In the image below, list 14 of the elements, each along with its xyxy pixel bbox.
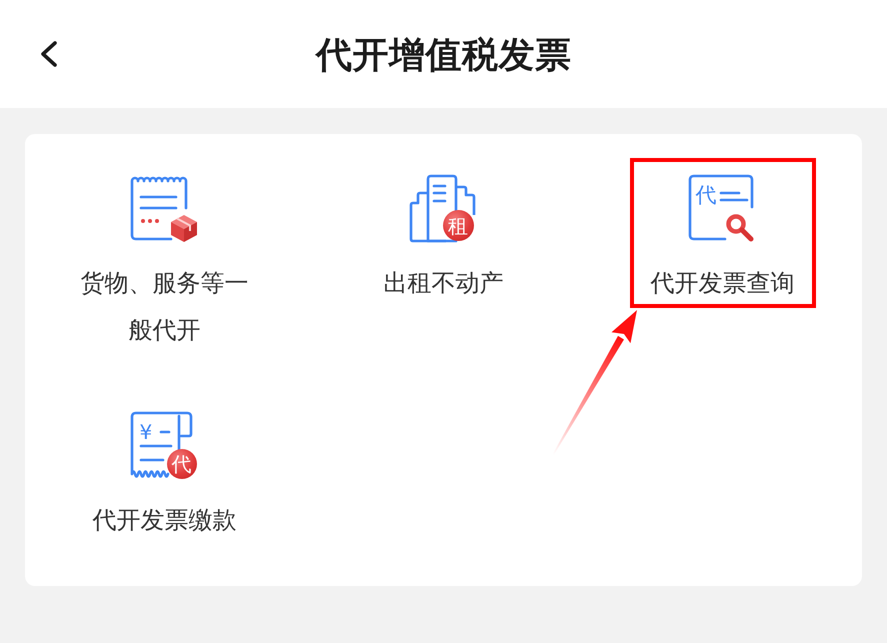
menu-item-label[interactable]: 货物、服务等一般代开 <box>76 260 252 354</box>
badge: 租 <box>442 210 474 241</box>
icon-glyph: 代 <box>696 185 716 206</box>
badge: 代 <box>166 449 196 479</box>
menu-item-label[interactable]: 代开发票查询 <box>650 260 794 307</box>
building-icon[interactable] <box>410 175 478 243</box>
menu-item-label[interactable]: 出租不动产 <box>384 260 504 307</box>
menu-item-label[interactable]: 代开发票缴款 <box>92 497 236 544</box>
receipt-box-icon[interactable] <box>130 175 198 243</box>
chevron-left-icon <box>38 40 60 68</box>
back-button[interactable] <box>38 40 60 68</box>
page-title: 代开增值税发票 <box>316 34 572 78</box>
icon-glyph: ¥ <box>140 422 152 442</box>
document-search-icon[interactable] <box>688 175 756 243</box>
